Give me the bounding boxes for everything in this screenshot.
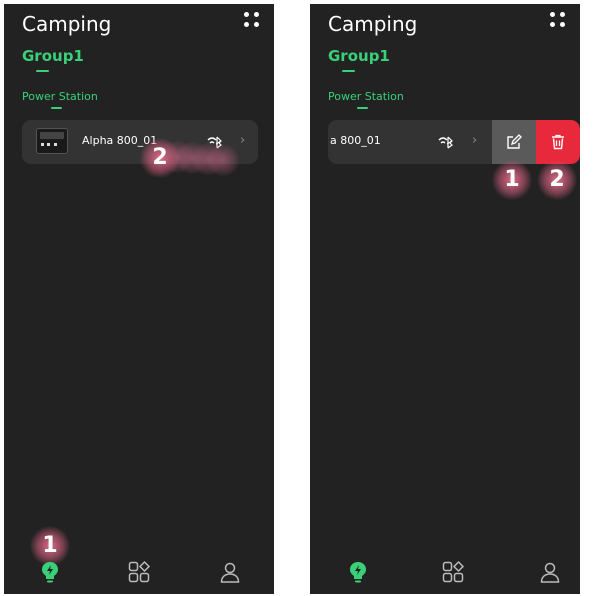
tab-indicator: [36, 70, 49, 72]
chevron-right-icon: ›: [240, 133, 246, 148]
section-indicator: [51, 107, 62, 109]
device-thumbnail: [36, 128, 68, 154]
home-bulb-icon[interactable]: [38, 560, 62, 584]
bluetooth-icon: [438, 136, 453, 149]
edit-icon: [507, 134, 522, 149]
tab-group1[interactable]: Group1: [328, 47, 390, 65]
step-marker-delete: 2: [537, 160, 577, 200]
tab-indicator: [342, 70, 355, 72]
home-bulb-icon[interactable]: [346, 560, 370, 584]
page-title: Camping: [328, 12, 418, 36]
page-title: Camping: [22, 12, 112, 36]
profile-icon[interactable]: [538, 560, 562, 584]
bottom-nav: [310, 554, 580, 594]
edit-button[interactable]: [492, 120, 536, 164]
section-indicator: [357, 107, 368, 109]
delete-button[interactable]: [536, 120, 580, 164]
section-label-power-station: Power Station: [22, 90, 98, 103]
apps-grid-icon[interactable]: [441, 560, 465, 584]
trash-icon: [552, 134, 564, 150]
chevron-right-icon: ›: [472, 133, 478, 148]
device-name: a 800_01: [330, 134, 381, 147]
phone-screen-left: Camping Group1 Power Station Alpha 800_0…: [4, 4, 274, 594]
phone-screen-right: Camping Group1 Power Station a 800_01 ›: [310, 4, 580, 594]
tab-group1[interactable]: Group1: [22, 47, 84, 65]
step-marker-swipe: 2: [140, 138, 180, 178]
bottom-nav: [4, 554, 274, 594]
apps-grid-icon[interactable]: [127, 560, 151, 584]
menu-dots-icon[interactable]: [244, 12, 260, 28]
menu-dots-icon[interactable]: [550, 12, 566, 28]
step-marker-edit: 1: [492, 160, 532, 200]
profile-icon[interactable]: [218, 560, 242, 584]
section-label-power-station: Power Station: [328, 90, 404, 103]
device-card-swiped[interactable]: a 800_01 ›: [328, 120, 580, 164]
